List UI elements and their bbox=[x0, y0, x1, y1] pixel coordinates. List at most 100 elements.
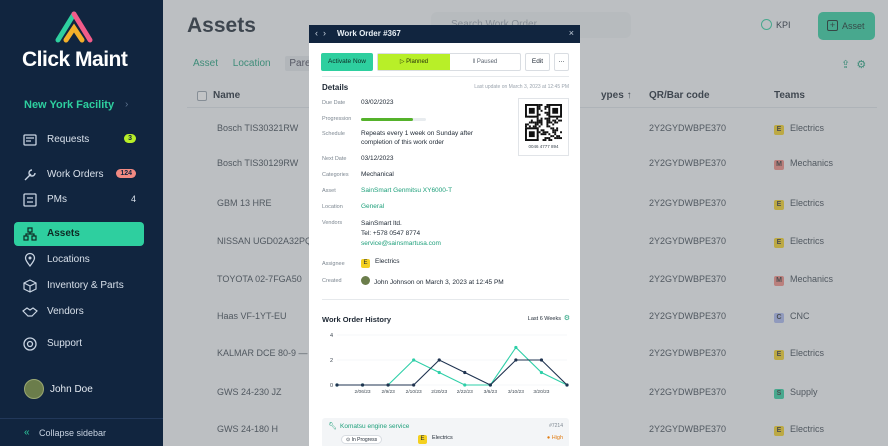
field-label: Next Date bbox=[322, 156, 347, 162]
schedule-value: completion of this work order bbox=[361, 139, 445, 146]
series-0-point bbox=[514, 345, 518, 350]
assets-icon bbox=[23, 227, 37, 241]
field-label: Asset bbox=[322, 188, 336, 194]
work-order-history-chart: 0 2 4 2/06/23 2/9/23 2/10/23 2/20/23 2/22/23 3/6… bbox=[330, 333, 569, 395]
collapse-sidebar-button[interactable]: « Collapse sidebar bbox=[0, 418, 163, 446]
created-value: John Johnson on March 3, 2023 at 12:45 P… bbox=[361, 276, 504, 286]
vendor-phone: Tel: +578 0547 8774 bbox=[361, 230, 421, 237]
sidebar-item-vendors[interactable]: Vendors bbox=[14, 300, 144, 324]
vendor-email-link[interactable]: service@sainsmartusa.com bbox=[361, 240, 441, 247]
y-tick-label: 0 bbox=[330, 383, 333, 389]
activate-now-button[interactable]: Activate Now bbox=[321, 53, 373, 71]
x-tick-label: 2/10/23 bbox=[406, 389, 422, 395]
avatar bbox=[361, 276, 370, 285]
status-paused-button[interactable]: ‖ Paused bbox=[450, 54, 520, 70]
collapse-sidebar-label: Collapse sidebar bbox=[39, 428, 107, 438]
asset-link[interactable]: SainSmart Genmitsu XY6000-T bbox=[361, 187, 452, 194]
x-tick-label: 2/9/23 bbox=[381, 389, 395, 395]
x-tick-label: 2/22/23 bbox=[457, 389, 473, 395]
status-planned-button[interactable]: ▷ Planned bbox=[378, 54, 450, 70]
sidebar-item-label: Support bbox=[47, 338, 83, 349]
sidebar-item-requests[interactable]: Requests 3 bbox=[14, 128, 144, 152]
panel-header: ‹ › Work Order #367 × bbox=[309, 25, 580, 43]
x-tick-label: 2/20/23 bbox=[431, 389, 447, 395]
sidebar-item-inventory[interactable]: Inventory & Parts bbox=[14, 274, 144, 298]
sidebar-item-pms[interactable]: PMs 4 bbox=[14, 188, 144, 212]
priority-badge: ● High bbox=[546, 435, 563, 441]
sidebar-item-support[interactable]: Support bbox=[14, 332, 144, 356]
series-1-point bbox=[565, 383, 569, 387]
sidebar-item-label: Requests bbox=[47, 134, 90, 145]
series-0-point bbox=[412, 358, 416, 362]
history-range-select[interactable]: Last 6 Weeks bbox=[528, 316, 561, 322]
sidebar-item-assets[interactable]: Assets bbox=[14, 222, 144, 246]
field-label: Schedule bbox=[322, 131, 345, 137]
work-order-card[interactable]: 🔧︎ Komatsu engine service #7214 ⊙ In Pro… bbox=[322, 418, 569, 446]
sidebar-item-locations[interactable]: Locations bbox=[14, 248, 144, 272]
series-1-point bbox=[437, 358, 441, 362]
status-badge: ⊙ In Progress bbox=[341, 435, 383, 444]
x-tick-label: 3/6/23 bbox=[484, 389, 498, 395]
chevron-right-icon[interactable]: › bbox=[125, 99, 128, 110]
app-logo[interactable]: Click Maint bbox=[22, 10, 137, 72]
created-text: John Johnson on March 3, 2023 at 12:45 P… bbox=[374, 279, 504, 286]
sidebar-item-label: PMs bbox=[47, 194, 67, 205]
series-1-point bbox=[488, 383, 492, 387]
progression-bar bbox=[361, 118, 426, 121]
field-label: Progression bbox=[322, 116, 352, 122]
sidebar-item-work-orders[interactable]: Work Orders 124 bbox=[14, 163, 144, 187]
qr-code-icon bbox=[525, 104, 562, 141]
priority-text: High bbox=[551, 435, 563, 441]
series-1-point bbox=[335, 383, 339, 387]
work-orders-badge: 124 bbox=[116, 169, 136, 178]
x-tick-label: 2/06/23 bbox=[355, 389, 371, 395]
x-tick-label: 3/10/23 bbox=[508, 389, 524, 395]
categories-value: Mechanical bbox=[361, 171, 394, 178]
vendor-name: SainSmart ltd. bbox=[361, 220, 402, 227]
more-options-button[interactable]: ... bbox=[554, 53, 569, 71]
series-0-point bbox=[539, 370, 544, 375]
box-icon bbox=[23, 279, 37, 293]
series-1-point bbox=[539, 358, 544, 362]
support-icon bbox=[23, 337, 37, 351]
field-label: Categories bbox=[322, 172, 349, 178]
work-order-panel: ‹ › Work Order #367 × Activate Now ▷ Pla… bbox=[309, 25, 580, 446]
gear-icon[interactable]: ⚙ bbox=[564, 314, 570, 322]
planned-label: Planned bbox=[406, 59, 429, 65]
last-update: Last update on March 3, 2023 at 12:45 PM bbox=[474, 84, 569, 90]
status-toggle: ▷ Planned ‖ Paused bbox=[377, 53, 521, 71]
user-name: John Doe bbox=[50, 384, 93, 395]
app-name: Click Maint bbox=[22, 48, 128, 71]
wrench-icon: 🔧︎ bbox=[328, 423, 337, 430]
qr-number: 0046 4777 894 bbox=[528, 144, 559, 149]
avatar bbox=[24, 379, 44, 399]
y-tick-label: 2 bbox=[330, 358, 333, 364]
assignee-value: E Electrics bbox=[361, 258, 400, 268]
schedule-value: Repeats every 1 week on Sunday after bbox=[361, 130, 474, 137]
sidebar-item-label: Assets bbox=[47, 228, 80, 239]
team-tag: E bbox=[361, 259, 370, 268]
divider bbox=[322, 76, 569, 77]
sidebar-item-label: Locations bbox=[47, 254, 90, 265]
facility-selector[interactable]: New York Facility bbox=[24, 99, 114, 111]
series-0-point bbox=[463, 383, 467, 387]
double-chevron-left-icon: « bbox=[24, 427, 30, 438]
details-heading: Details bbox=[322, 83, 349, 92]
close-icon[interactable]: × bbox=[569, 28, 574, 38]
location-link[interactable]: General bbox=[361, 203, 384, 210]
sidebar-item-label: Vendors bbox=[47, 306, 84, 317]
history-heading: Work Order History bbox=[322, 315, 392, 324]
panel-title: Work Order #367 bbox=[337, 29, 401, 38]
field-label: Assignee bbox=[322, 261, 345, 267]
progression-fill bbox=[361, 118, 413, 121]
edit-button[interactable]: Edit bbox=[525, 53, 550, 71]
sidebar-item-label: Work Orders bbox=[47, 169, 104, 180]
series-1-point bbox=[386, 383, 390, 387]
team-name: Electrics bbox=[432, 435, 453, 441]
location-pin-icon bbox=[24, 252, 36, 268]
sidebar: Click Maint New York Facility › Requests… bbox=[0, 0, 163, 446]
due-date-value: 03/02/2023 bbox=[361, 99, 394, 106]
series-1-point bbox=[412, 383, 416, 387]
prev-next-icon[interactable]: ‹ › bbox=[315, 28, 326, 38]
requests-badge: 3 bbox=[124, 134, 136, 143]
